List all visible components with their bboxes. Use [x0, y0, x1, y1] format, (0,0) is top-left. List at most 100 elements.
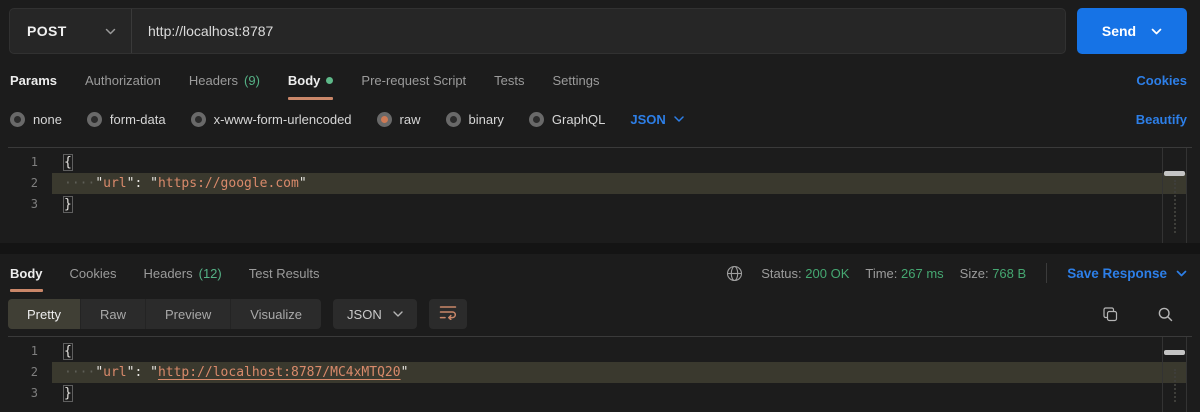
line-number: 1: [8, 341, 48, 362]
view-mode-raw[interactable]: Raw: [81, 299, 146, 329]
send-button[interactable]: Send: [1077, 8, 1187, 54]
response-language-label: JSON: [347, 307, 382, 322]
body-type-graphql[interactable]: GraphQL: [529, 112, 605, 127]
response-tab-headers-label: Headers: [143, 266, 192, 281]
response-toolbar: Pretty Raw Preview Visualize JSON: [0, 292, 1200, 336]
url-group: POST: [9, 8, 1066, 54]
wrap-lines-button[interactable]: [429, 299, 467, 329]
tab-settings-label: Settings: [553, 73, 600, 88]
tab-headers[interactable]: Headers (9): [189, 60, 260, 100]
save-response-button[interactable]: Save Response: [1067, 266, 1187, 281]
code-line-highlighted: 2 ····"url": "http://localhost:8787/MC4x…: [8, 362, 1192, 383]
body-type-binary-label: binary: [469, 112, 504, 127]
time-item: Time: 267 ms: [865, 266, 943, 281]
view-mode-raw-label: Raw: [100, 307, 126, 322]
view-mode-preview[interactable]: Preview: [146, 299, 231, 329]
code-text: ····"url": "http://localhost:8787/MC4xMT…: [48, 362, 1192, 383]
text-wrap-icon: [439, 305, 457, 323]
line-number: 2: [8, 173, 48, 194]
radio-icon[interactable]: [446, 112, 461, 127]
radio-icon[interactable]: [87, 112, 102, 127]
body-type-none[interactable]: none: [10, 112, 62, 127]
vertical-divider: [1046, 263, 1047, 283]
request-body-editor[interactable]: 1 { 2 ····"url": "https://google.com" 3 …: [8, 147, 1192, 243]
editor-scrollbar-track[interactable]: [1162, 337, 1187, 412]
view-mode-preview-label: Preview: [165, 307, 211, 322]
code-text: }: [48, 383, 1192, 404]
tab-settings[interactable]: Settings: [553, 60, 600, 100]
tab-authorization[interactable]: Authorization: [85, 60, 161, 100]
response-language-dropdown[interactable]: JSON: [333, 299, 417, 329]
request-language-label: JSON: [630, 112, 665, 127]
radio-selected-icon[interactable]: [377, 112, 392, 127]
chevron-down-icon[interactable]: [1151, 28, 1162, 35]
radio-icon[interactable]: [529, 112, 544, 127]
url-input[interactable]: [132, 9, 1065, 53]
punctuation: ": ": [127, 176, 158, 191]
view-mode-pretty[interactable]: Pretty: [8, 299, 81, 329]
code-line: 1 {: [8, 341, 1192, 362]
response-tab-test-results[interactable]: Test Results: [249, 254, 320, 292]
body-type-form-data[interactable]: form-data: [87, 112, 166, 127]
tab-prerequest-label: Pre-request Script: [361, 73, 466, 88]
copy-icon[interactable]: [1102, 306, 1119, 323]
radio-icon[interactable]: [10, 112, 25, 127]
method-dropdown[interactable]: POST: [10, 9, 132, 53]
code-line[interactable]: 1 {: [8, 152, 1192, 173]
line-number: 3: [8, 194, 48, 215]
view-mode-pretty-label: Pretty: [27, 307, 61, 322]
body-type-raw-label: raw: [400, 112, 421, 127]
close-brace: }: [64, 386, 72, 401]
quote: ": [401, 365, 409, 380]
tab-tests[interactable]: Tests: [494, 60, 524, 100]
response-tab-headers[interactable]: Headers (12): [143, 254, 221, 292]
chevron-down-icon: [105, 28, 116, 35]
body-type-form-data-label: form-data: [110, 112, 166, 127]
json-key: url: [103, 176, 126, 191]
tab-authorization-label: Authorization: [85, 73, 161, 88]
tab-prerequest-script[interactable]: Pre-request Script: [361, 60, 466, 100]
tab-params[interactable]: Params: [10, 60, 57, 100]
view-mode-segmented-control: Pretty Raw Preview Visualize: [8, 299, 321, 329]
size-label: Size:: [960, 266, 989, 281]
code-text[interactable]: ····"url": "https://google.com": [48, 173, 1192, 194]
code-line-highlighted[interactable]: 2 ····"url": "https://google.com": [8, 173, 1192, 194]
chevron-down-icon: [393, 311, 403, 317]
body-type-urlencoded-label: x-www-form-urlencoded: [214, 112, 352, 127]
response-url-link[interactable]: http://localhost:8787/MC4xMTQ20: [158, 365, 401, 380]
json-key: url: [103, 365, 126, 380]
request-language-dropdown[interactable]: JSON: [630, 112, 683, 127]
tab-body[interactable]: Body: [288, 60, 334, 100]
size-value: 768 B: [992, 266, 1026, 281]
tab-headers-label: Headers: [189, 73, 238, 88]
response-tab-body-label: Body: [10, 266, 43, 281]
globe-icon[interactable]: [726, 265, 743, 282]
cookies-link[interactable]: Cookies: [1136, 73, 1187, 88]
response-tab-body[interactable]: Body: [10, 254, 43, 292]
body-type-raw[interactable]: raw: [377, 112, 421, 127]
code-line: 3 }: [8, 383, 1192, 404]
response-tab-cookies[interactable]: Cookies: [70, 254, 117, 292]
code-text[interactable]: {: [48, 152, 1192, 173]
response-tab-test-results-label: Test Results: [249, 266, 320, 281]
search-icon[interactable]: [1157, 306, 1174, 323]
code-text[interactable]: }: [48, 194, 1192, 215]
view-mode-visualize-label: Visualize: [250, 307, 302, 322]
scrollbar-thumb[interactable]: [1164, 171, 1185, 176]
line-number: 1: [8, 152, 48, 173]
radio-icon[interactable]: [191, 112, 206, 127]
line-number: 2: [8, 362, 48, 383]
editor-scrollbar-track[interactable]: [1162, 148, 1187, 243]
response-body-editor[interactable]: 1 { 2 ····"url": "http://localhost:8787/…: [8, 336, 1192, 412]
punctuation: ": ": [127, 365, 158, 380]
body-type-binary[interactable]: binary: [446, 112, 504, 127]
view-mode-visualize[interactable]: Visualize: [231, 299, 321, 329]
close-brace: }: [64, 197, 72, 212]
body-type-graphql-label: GraphQL: [552, 112, 605, 127]
body-modified-dot: [326, 77, 333, 84]
beautify-link[interactable]: Beautify: [1136, 112, 1187, 127]
body-type-urlencoded[interactable]: x-www-form-urlencoded: [191, 112, 352, 127]
scrollbar-thumb[interactable]: [1164, 350, 1185, 355]
code-line[interactable]: 3 }: [8, 194, 1192, 215]
body-type-row: none form-data x-www-form-urlencoded raw…: [0, 100, 1200, 138]
